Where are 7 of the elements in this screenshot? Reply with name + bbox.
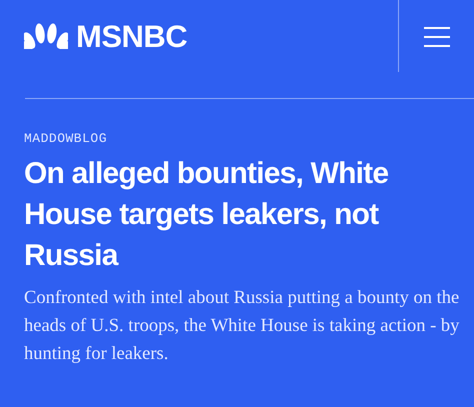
peacock-logo-icon [24,23,68,49]
article-summary: Confronted with intel about Russia putting a bounty on the heads of U.S. troops, the White House is taking action - by hunting for leakers. [24,286,460,366]
article-headline[interactable]: On alleged bounties, White House targets leakers, not Russia [24,152,424,276]
section-label[interactable]: MADDOWBLOG [24,129,474,148]
menu-icon [422,26,450,48]
logo-text[interactable]: MSNBC [76,20,188,52]
menu-button[interactable] [422,25,450,47]
